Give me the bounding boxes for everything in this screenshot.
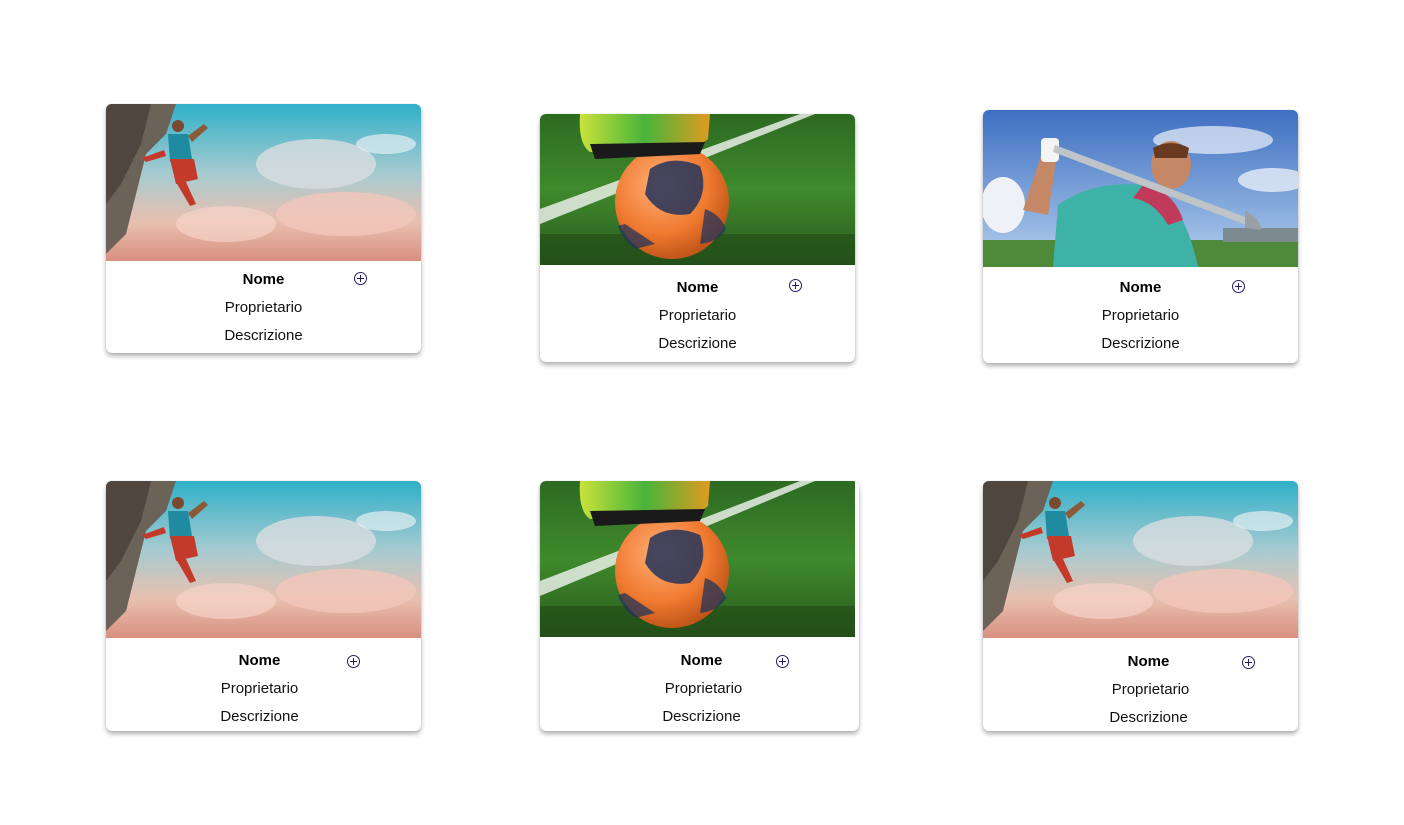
soccer-ball-photo bbox=[540, 114, 855, 265]
card-name: Nome bbox=[1119, 279, 1162, 296]
card-info: Nome Proprietario Descrizione bbox=[106, 261, 421, 353]
card-description: Descrizione bbox=[224, 327, 303, 344]
plus-circle-icon[interactable] bbox=[347, 655, 360, 668]
card-grid: Nome Proprietario Descrizione Nome Propr… bbox=[0, 0, 1404, 825]
card-image bbox=[106, 104, 421, 261]
card-owner: Proprietario bbox=[1111, 681, 1190, 698]
card-image bbox=[983, 110, 1298, 267]
card-info: Nome Proprietario Descrizione bbox=[540, 637, 859, 731]
card-description: Descrizione bbox=[1109, 709, 1188, 726]
plus-circle-icon[interactable] bbox=[789, 279, 802, 292]
card-description: Descrizione bbox=[658, 335, 737, 352]
card-name: Nome bbox=[680, 652, 723, 669]
card-owner: Proprietario bbox=[224, 299, 303, 316]
card[interactable]: Nome Proprietario Descrizione bbox=[540, 114, 855, 362]
card[interactable]: Nome Proprietario Descrizione bbox=[540, 481, 859, 731]
golf-swing-photo bbox=[983, 110, 1298, 267]
card-name: Nome bbox=[676, 279, 719, 296]
card-image bbox=[540, 114, 855, 265]
card-owner: Proprietario bbox=[658, 307, 737, 324]
card[interactable]: Nome Proprietario Descrizione bbox=[106, 104, 421, 353]
card-description: Descrizione bbox=[220, 708, 299, 725]
card-image bbox=[983, 481, 1298, 638]
rock-climbing-photo bbox=[106, 104, 421, 261]
card-image bbox=[540, 481, 859, 637]
card-owner: Proprietario bbox=[220, 680, 299, 697]
card-name: Nome bbox=[242, 271, 285, 288]
rock-climbing-photo bbox=[983, 481, 1298, 638]
card-description: Descrizione bbox=[662, 708, 741, 725]
card-owner: Proprietario bbox=[1101, 307, 1180, 324]
plus-circle-icon[interactable] bbox=[1232, 280, 1245, 293]
card-info: Nome Proprietario Descrizione bbox=[983, 638, 1298, 731]
plus-circle-icon[interactable] bbox=[1242, 656, 1255, 669]
card-info: Nome Proprietario Descrizione bbox=[106, 638, 421, 731]
rock-climbing-photo bbox=[106, 481, 421, 638]
plus-circle-icon[interactable] bbox=[776, 655, 789, 668]
soccer-ball-photo bbox=[540, 481, 855, 637]
card[interactable]: Nome Proprietario Descrizione bbox=[983, 481, 1298, 731]
card-owner: Proprietario bbox=[664, 680, 743, 697]
card-info: Nome Proprietario Descrizione bbox=[983, 267, 1298, 363]
card[interactable]: Nome Proprietario Descrizione bbox=[983, 110, 1298, 363]
card[interactable]: Nome Proprietario Descrizione bbox=[106, 481, 421, 731]
card-info: Nome Proprietario Descrizione bbox=[540, 265, 855, 362]
plus-circle-icon[interactable] bbox=[354, 272, 367, 285]
card-description: Descrizione bbox=[1101, 335, 1180, 352]
card-image bbox=[106, 481, 421, 638]
card-name: Nome bbox=[238, 652, 281, 669]
